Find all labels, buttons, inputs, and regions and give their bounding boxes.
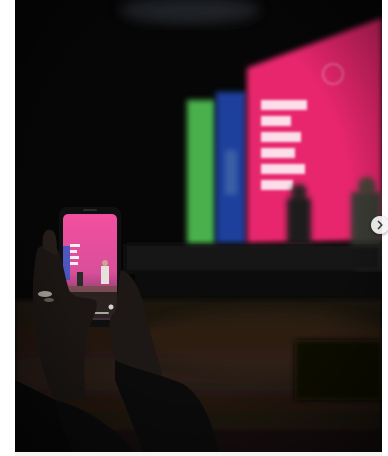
photo-bottom-edge [15,452,382,456]
concert-stage-photo [15,0,382,456]
post-photo [15,0,382,456]
chevron-right-icon [377,220,383,230]
post-viewer [0,0,388,456]
carousel-next-button[interactable] [371,216,388,234]
